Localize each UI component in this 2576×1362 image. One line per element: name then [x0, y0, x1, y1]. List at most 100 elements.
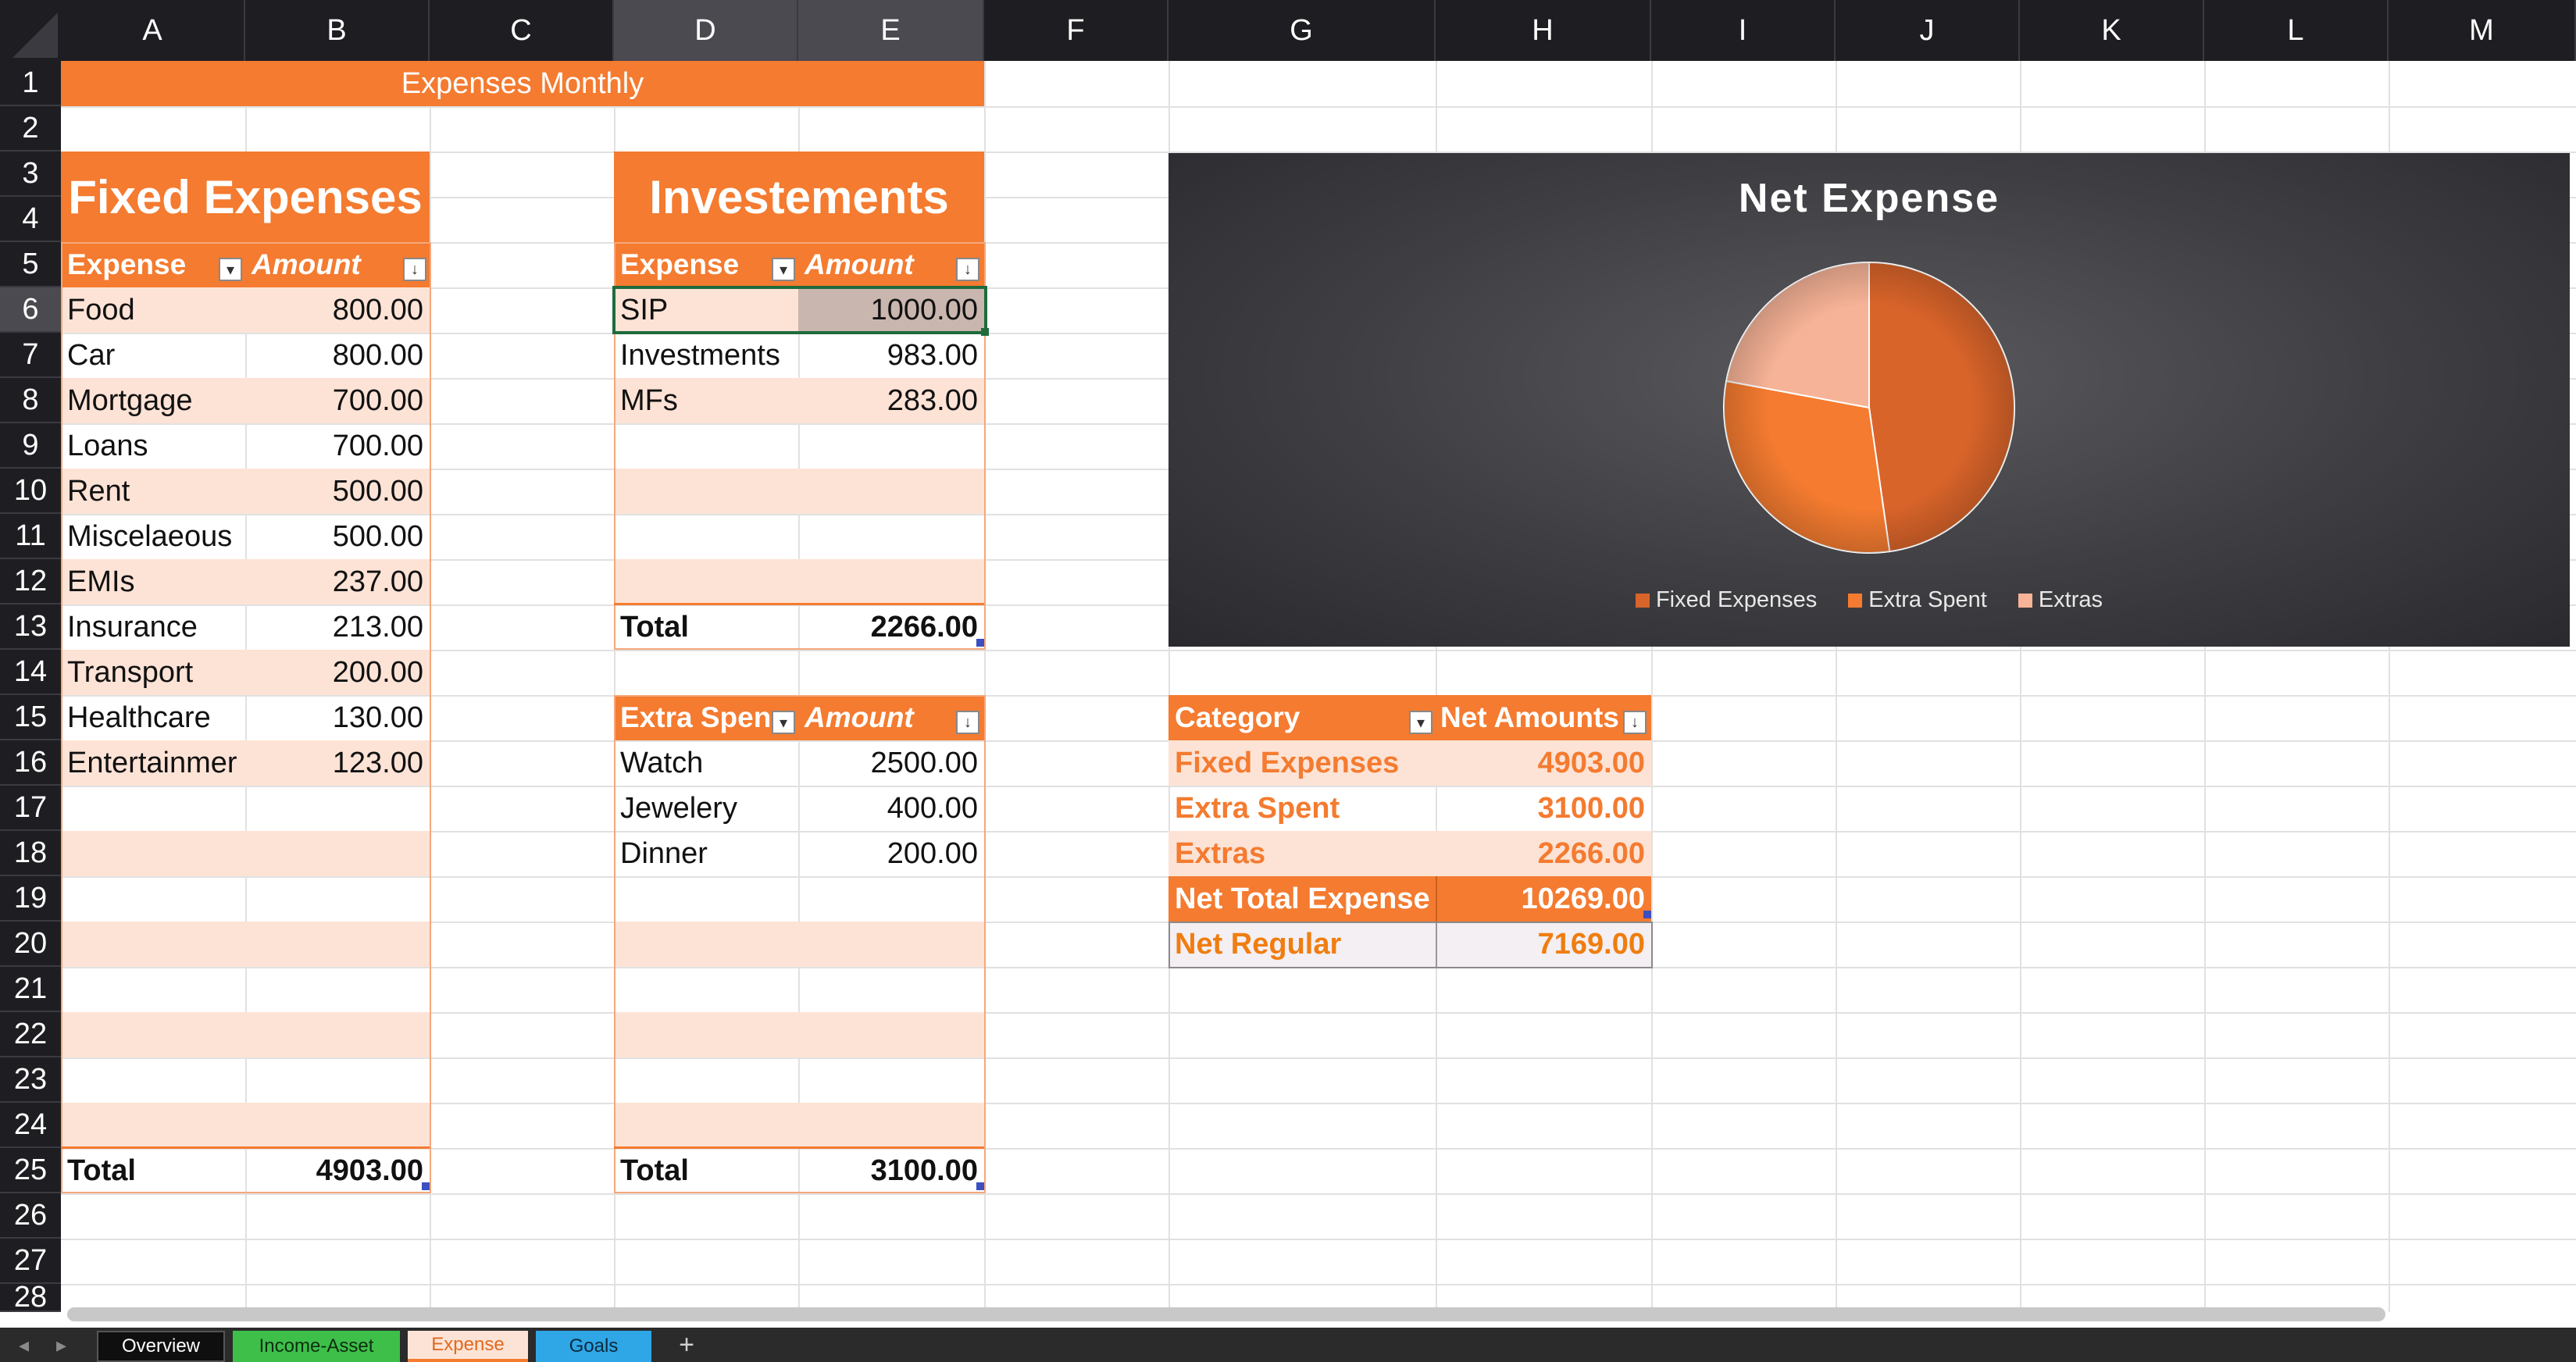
- extra-item-name[interactable]: Dinner: [614, 831, 798, 876]
- fill-handle[interactable]: [981, 328, 989, 336]
- invest-total-label[interactable]: Total: [614, 604, 798, 650]
- table-resize-handle[interactable]: [976, 1182, 984, 1190]
- filter-dropdown-icon[interactable]: ▾: [219, 258, 242, 281]
- row-header-25[interactable]: 25: [0, 1148, 61, 1193]
- column-header-i[interactable]: I: [1651, 0, 1836, 61]
- row-header-1[interactable]: 1: [0, 61, 61, 106]
- column-header-m[interactable]: M: [2389, 0, 2576, 61]
- extra-col-expense-header[interactable]: Extra Spen: [614, 695, 798, 740]
- column-header-g[interactable]: G: [1168, 0, 1436, 61]
- row-header-22[interactable]: 22: [0, 1012, 61, 1057]
- row-header-19[interactable]: 19: [0, 876, 61, 922]
- summary-row-name[interactable]: Fixed Expenses: [1168, 740, 1436, 786]
- extra-total-value[interactable]: 3100.00: [798, 1148, 984, 1193]
- fixed-item-amount[interactable]: 200.00: [245, 650, 430, 695]
- net-total-label[interactable]: Net Total Expense: [1168, 876, 1436, 922]
- row-header-8[interactable]: 8: [0, 378, 61, 423]
- extra-total-label[interactable]: Total: [614, 1148, 798, 1193]
- table-resize-handle[interactable]: [976, 639, 984, 647]
- fixed-item-name[interactable]: Food: [61, 287, 245, 333]
- fixed-empty-row[interactable]: [61, 922, 430, 967]
- scroll-tabs-left-icon[interactable]: ◂: [19, 1328, 29, 1362]
- invest-item-name[interactable]: SIP: [614, 287, 798, 333]
- summary-row-amount[interactable]: 4903.00: [1436, 740, 1651, 786]
- row-header-28[interactable]: 28: [0, 1281, 61, 1314]
- extra-empty-row[interactable]: [614, 922, 984, 967]
- pie-chart[interactable]: Net Expense Fixed Expenses Extra Spent E…: [1168, 153, 2570, 647]
- fixed-expenses-title[interactable]: Fixed Expenses: [61, 152, 430, 242]
- column-header-j[interactable]: J: [1836, 0, 2020, 61]
- row-header-16[interactable]: 16: [0, 740, 61, 786]
- row-header-9[interactable]: 9: [0, 423, 61, 469]
- row-header-5[interactable]: 5: [0, 242, 61, 287]
- fixed-item-amount[interactable]: 130.00: [245, 695, 430, 740]
- row-header-20[interactable]: 20: [0, 922, 61, 967]
- fixed-item-name[interactable]: Loans: [61, 423, 245, 469]
- scroll-tabs-right-icon[interactable]: ▸: [56, 1328, 66, 1362]
- summary-row-amount[interactable]: 3100.00: [1436, 786, 1651, 831]
- select-all-corner[interactable]: [0, 0, 61, 61]
- net-total-value[interactable]: 10269.00: [1436, 876, 1651, 922]
- row-header-11[interactable]: 11: [0, 514, 61, 559]
- fixed-item-amount[interactable]: 700.00: [245, 378, 430, 423]
- column-header-l[interactable]: L: [2204, 0, 2389, 61]
- fixed-item-name[interactable]: Healthcare: [61, 695, 245, 740]
- column-header-e[interactable]: E: [798, 0, 984, 61]
- row-header-27[interactable]: 27: [0, 1239, 61, 1284]
- row-header-10[interactable]: 10: [0, 469, 61, 514]
- invest-item-amount[interactable]: 1000.00: [798, 287, 984, 333]
- column-header-d[interactable]: D: [614, 0, 798, 61]
- fixed-empty-row[interactable]: [61, 1103, 430, 1148]
- row-header-26[interactable]: 26: [0, 1193, 61, 1239]
- invest-empty-row[interactable]: [614, 559, 984, 604]
- summary-col-category-header[interactable]: Category: [1168, 695, 1436, 740]
- invest-item-amount[interactable]: 283.00: [798, 378, 984, 423]
- summary-col-amount-header[interactable]: Net Amounts: [1436, 695, 1651, 740]
- tab-income-asset[interactable]: Income-Asset: [233, 1331, 400, 1362]
- fixed-item-name[interactable]: Car: [61, 333, 245, 378]
- row-header-4[interactable]: 4: [0, 197, 61, 242]
- row-header-3[interactable]: 3: [0, 152, 61, 197]
- extra-item-name[interactable]: Watch: [614, 740, 798, 786]
- fixed-item-amount[interactable]: 800.00: [245, 333, 430, 378]
- extra-empty-row[interactable]: [614, 1012, 984, 1057]
- row-header-23[interactable]: 23: [0, 1057, 61, 1103]
- filter-dropdown-icon[interactable]: ▾: [772, 711, 795, 734]
- fixed-item-name[interactable]: Miscelaeous: [61, 514, 245, 559]
- fixed-item-amount[interactable]: 237.00: [245, 559, 430, 604]
- fixed-item-amount[interactable]: 500.00: [245, 514, 430, 559]
- row-header-15[interactable]: 15: [0, 695, 61, 740]
- extra-item-name[interactable]: Jewelery: [614, 786, 798, 831]
- fixed-empty-row[interactable]: [61, 1012, 430, 1057]
- row-header-2[interactable]: 2: [0, 106, 61, 152]
- row-header-6[interactable]: 6: [0, 287, 61, 333]
- column-header-f[interactable]: F: [984, 0, 1168, 61]
- column-header-c[interactable]: C: [430, 0, 614, 61]
- invest-col-expense-header[interactable]: Expense: [614, 242, 798, 287]
- row-header-21[interactable]: 21: [0, 967, 61, 1012]
- fixed-col-expense-header[interactable]: Expense: [61, 242, 245, 287]
- net-regular-label[interactable]: Net Regular: [1168, 922, 1436, 967]
- invest-item-name[interactable]: MFs: [614, 378, 798, 423]
- sort-descending-icon[interactable]: ↓: [1623, 711, 1647, 734]
- row-header-18[interactable]: 18: [0, 831, 61, 876]
- filter-dropdown-icon[interactable]: ▾: [1409, 711, 1432, 734]
- fixed-item-name[interactable]: Transport: [61, 650, 245, 695]
- fixed-item-name[interactable]: EMIs: [61, 559, 245, 604]
- row-header-7[interactable]: 7: [0, 333, 61, 378]
- invest-item-name[interactable]: Investments: [614, 333, 798, 378]
- invest-total-value[interactable]: 2266.00: [798, 604, 984, 650]
- fixed-item-amount[interactable]: 123.00: [245, 740, 430, 786]
- tab-overview[interactable]: Overview: [97, 1331, 225, 1362]
- fixed-item-amount[interactable]: 700.00: [245, 423, 430, 469]
- column-header-k[interactable]: K: [2020, 0, 2204, 61]
- fixed-item-name[interactable]: Mortgage: [61, 378, 245, 423]
- fixed-item-name[interactable]: Rent: [61, 469, 245, 514]
- sort-descending-icon[interactable]: ↓: [956, 711, 979, 734]
- filter-dropdown-icon[interactable]: ▾: [772, 258, 795, 281]
- fixed-item-amount[interactable]: 213.00: [245, 604, 430, 650]
- table-resize-handle[interactable]: [422, 1182, 430, 1190]
- invest-empty-row[interactable]: [614, 469, 984, 514]
- fixed-item-name[interactable]: Entertainmer: [61, 740, 245, 786]
- net-regular-value[interactable]: 7169.00: [1436, 922, 1651, 967]
